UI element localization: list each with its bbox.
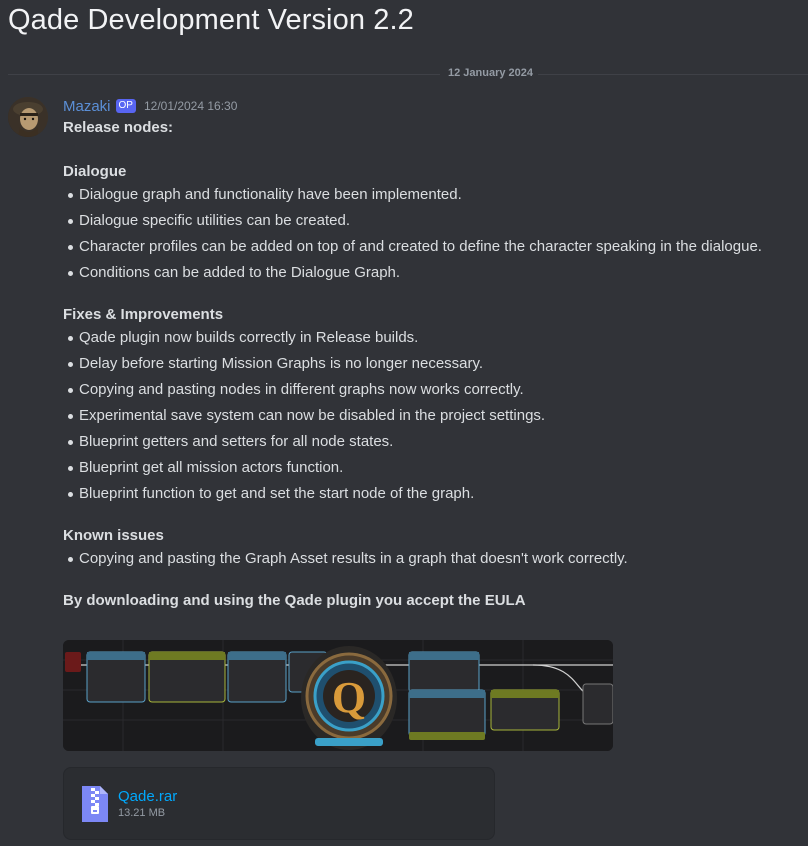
list-item: Copying and pasting nodes in different g… (63, 377, 803, 403)
date-divider: 12 January 2024 (8, 66, 808, 82)
file-size: 13.21 MB (118, 807, 166, 819)
section-heading: Known issues (63, 527, 164, 544)
archive-file-icon (82, 786, 108, 822)
list-item: Character profiles can be added on top o… (63, 234, 803, 260)
list-item: Blueprint getters and setters for all no… (63, 429, 803, 455)
divider-line-right (538, 74, 808, 75)
list-item: Qade plugin now builds correctly in Rele… (63, 325, 803, 351)
section-heading: Fixes & Improvements (63, 306, 224, 323)
embedded-image[interactable]: Q (63, 640, 613, 751)
divider-date: 12 January 2024 (448, 67, 534, 79)
file-attachment[interactable]: Qade.rar 13.21 MB (63, 767, 495, 840)
message-timestamp[interactable]: 12/01/2024 16:30 (144, 99, 237, 113)
list-item: Delay before starting Mission Graphs is … (63, 351, 803, 377)
section-list: Copying and pasting the Graph Asset resu… (63, 546, 803, 572)
list-item: Experimental save system can now be disa… (63, 403, 803, 429)
list-item: Blueprint get all mission actors functio… (63, 455, 803, 481)
svg-text:Q: Q (332, 673, 366, 722)
list-item: Conditions can be added to the Dialogue … (63, 260, 803, 286)
file-name-link[interactable]: Qade.rar (118, 788, 177, 805)
op-badge: OP (115, 99, 136, 113)
author-avatar[interactable] (8, 97, 48, 137)
section-list: Dialogue graph and functionality have be… (63, 182, 803, 286)
list-item: Blueprint function to get and set the st… (63, 481, 803, 507)
message-content: Release nodes: Dialogue Dialogue graph a… (63, 118, 803, 611)
message-header: Mazaki OP 12/01/2024 16:30 (63, 97, 237, 115)
eula-notice: By downloading and using the Qade plugin… (63, 592, 526, 609)
list-item: Dialogue graph and functionality have be… (63, 182, 803, 208)
list-item: Dialogue specific utilities can be creat… (63, 208, 803, 234)
section-list: Qade plugin now builds correctly in Rele… (63, 325, 803, 507)
divider-line-left (8, 74, 440, 75)
author-name[interactable]: Mazaki (63, 98, 111, 115)
list-item: Copying and pasting the Graph Asset resu… (63, 546, 803, 572)
release-notes-title: Release nodes: (63, 119, 174, 136)
section-heading: Dialogue (63, 163, 127, 180)
thread-title: Qade Development Version 2.2 (8, 4, 414, 36)
